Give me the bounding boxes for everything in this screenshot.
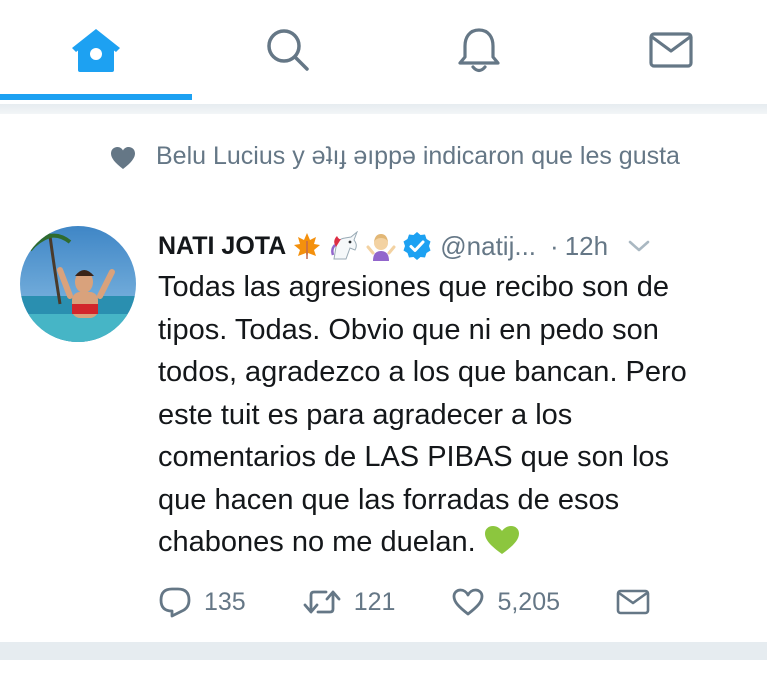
verified-badge-icon <box>402 231 432 261</box>
reply-count: 135 <box>204 587 246 616</box>
like-count: 5,205 <box>497 587 560 616</box>
chevron-down-icon <box>628 240 650 252</box>
avatar-image <box>20 226 136 342</box>
active-tab-indicator <box>0 94 192 100</box>
twitter-app: Belu Lucius y ǝʇıɟ ǝıppǝ indicaron que l… <box>0 0 767 673</box>
tweet-header: NATI JOTA @natij... · 12h <box>158 226 748 266</box>
retweet-icon <box>303 590 341 614</box>
author-name[interactable]: NATI JOTA <box>158 232 286 261</box>
separator-dot: · <box>550 230 559 261</box>
search-icon <box>266 29 309 71</box>
bell-icon <box>458 28 500 73</box>
tweet-text-line: que hacen que las forradas de esos <box>158 483 620 516</box>
woman-shrugging-icon <box>366 231 396 261</box>
tab-search[interactable] <box>192 0 384 100</box>
tweet-actions: 135 121 5,205 <box>158 582 718 622</box>
tweet-text-line: tipos. Todas. Obvio que ni en pedo son <box>158 313 659 346</box>
nav-divider <box>0 104 767 114</box>
tweet-text: Todas las agresiones que recibo son de t… <box>158 266 758 564</box>
unicorn-icon <box>328 231 360 261</box>
timeline-divider <box>0 642 767 660</box>
top-navigation <box>0 0 767 104</box>
tweet-timestamp[interactable]: 12h <box>565 231 608 262</box>
tab-notifications[interactable] <box>384 0 576 100</box>
direct-message-button[interactable] <box>616 588 650 616</box>
heart-outline-icon <box>453 588 484 616</box>
tweet[interactable]: Belu Lucius y ǝʇıɟ ǝıppǝ indicaron que l… <box>0 114 767 642</box>
social-context-text: Belu Lucius y ǝʇıɟ ǝıppǝ indicaron que l… <box>156 142 680 170</box>
social-context[interactable]: Belu Lucius y ǝʇıɟ ǝıppǝ indicaron que l… <box>110 138 710 174</box>
tweet-text-line: comentarios de LAS PIBAS que son los <box>158 441 670 473</box>
maple-leaf-icon <box>292 231 322 261</box>
home-icon <box>71 29 120 72</box>
tweet-text-line: este tuit es para agradecer a los <box>158 398 573 431</box>
tweet-text-line: todos, agradezco a los que bancan. Pero <box>158 356 687 388</box>
like-button[interactable]: 5,205 <box>451 587 560 617</box>
tab-messages[interactable] <box>575 0 767 100</box>
more-options-button[interactable] <box>628 239 650 253</box>
tweet-text-segment: chabones no me duelan. <box>158 526 476 558</box>
retweet-count: 121 <box>353 587 396 616</box>
green-heart-icon <box>484 526 519 554</box>
author-handle[interactable]: @natij... <box>440 231 536 262</box>
avatar[interactable] <box>20 226 136 342</box>
heart-icon <box>111 147 135 169</box>
tab-home[interactable] <box>0 0 192 100</box>
retweet-button[interactable]: 121 <box>302 587 396 617</box>
tweet-text-line-last: chabones no me duelan. <box>158 521 758 564</box>
reply-icon <box>159 587 191 618</box>
reply-button[interactable]: 135 <box>158 586 246 618</box>
mail-icon <box>616 589 650 615</box>
tweet-text-line: Todas las agresiones que recibo son de <box>158 271 670 303</box>
next-tweet-area <box>0 660 767 673</box>
mail-icon <box>649 32 693 68</box>
